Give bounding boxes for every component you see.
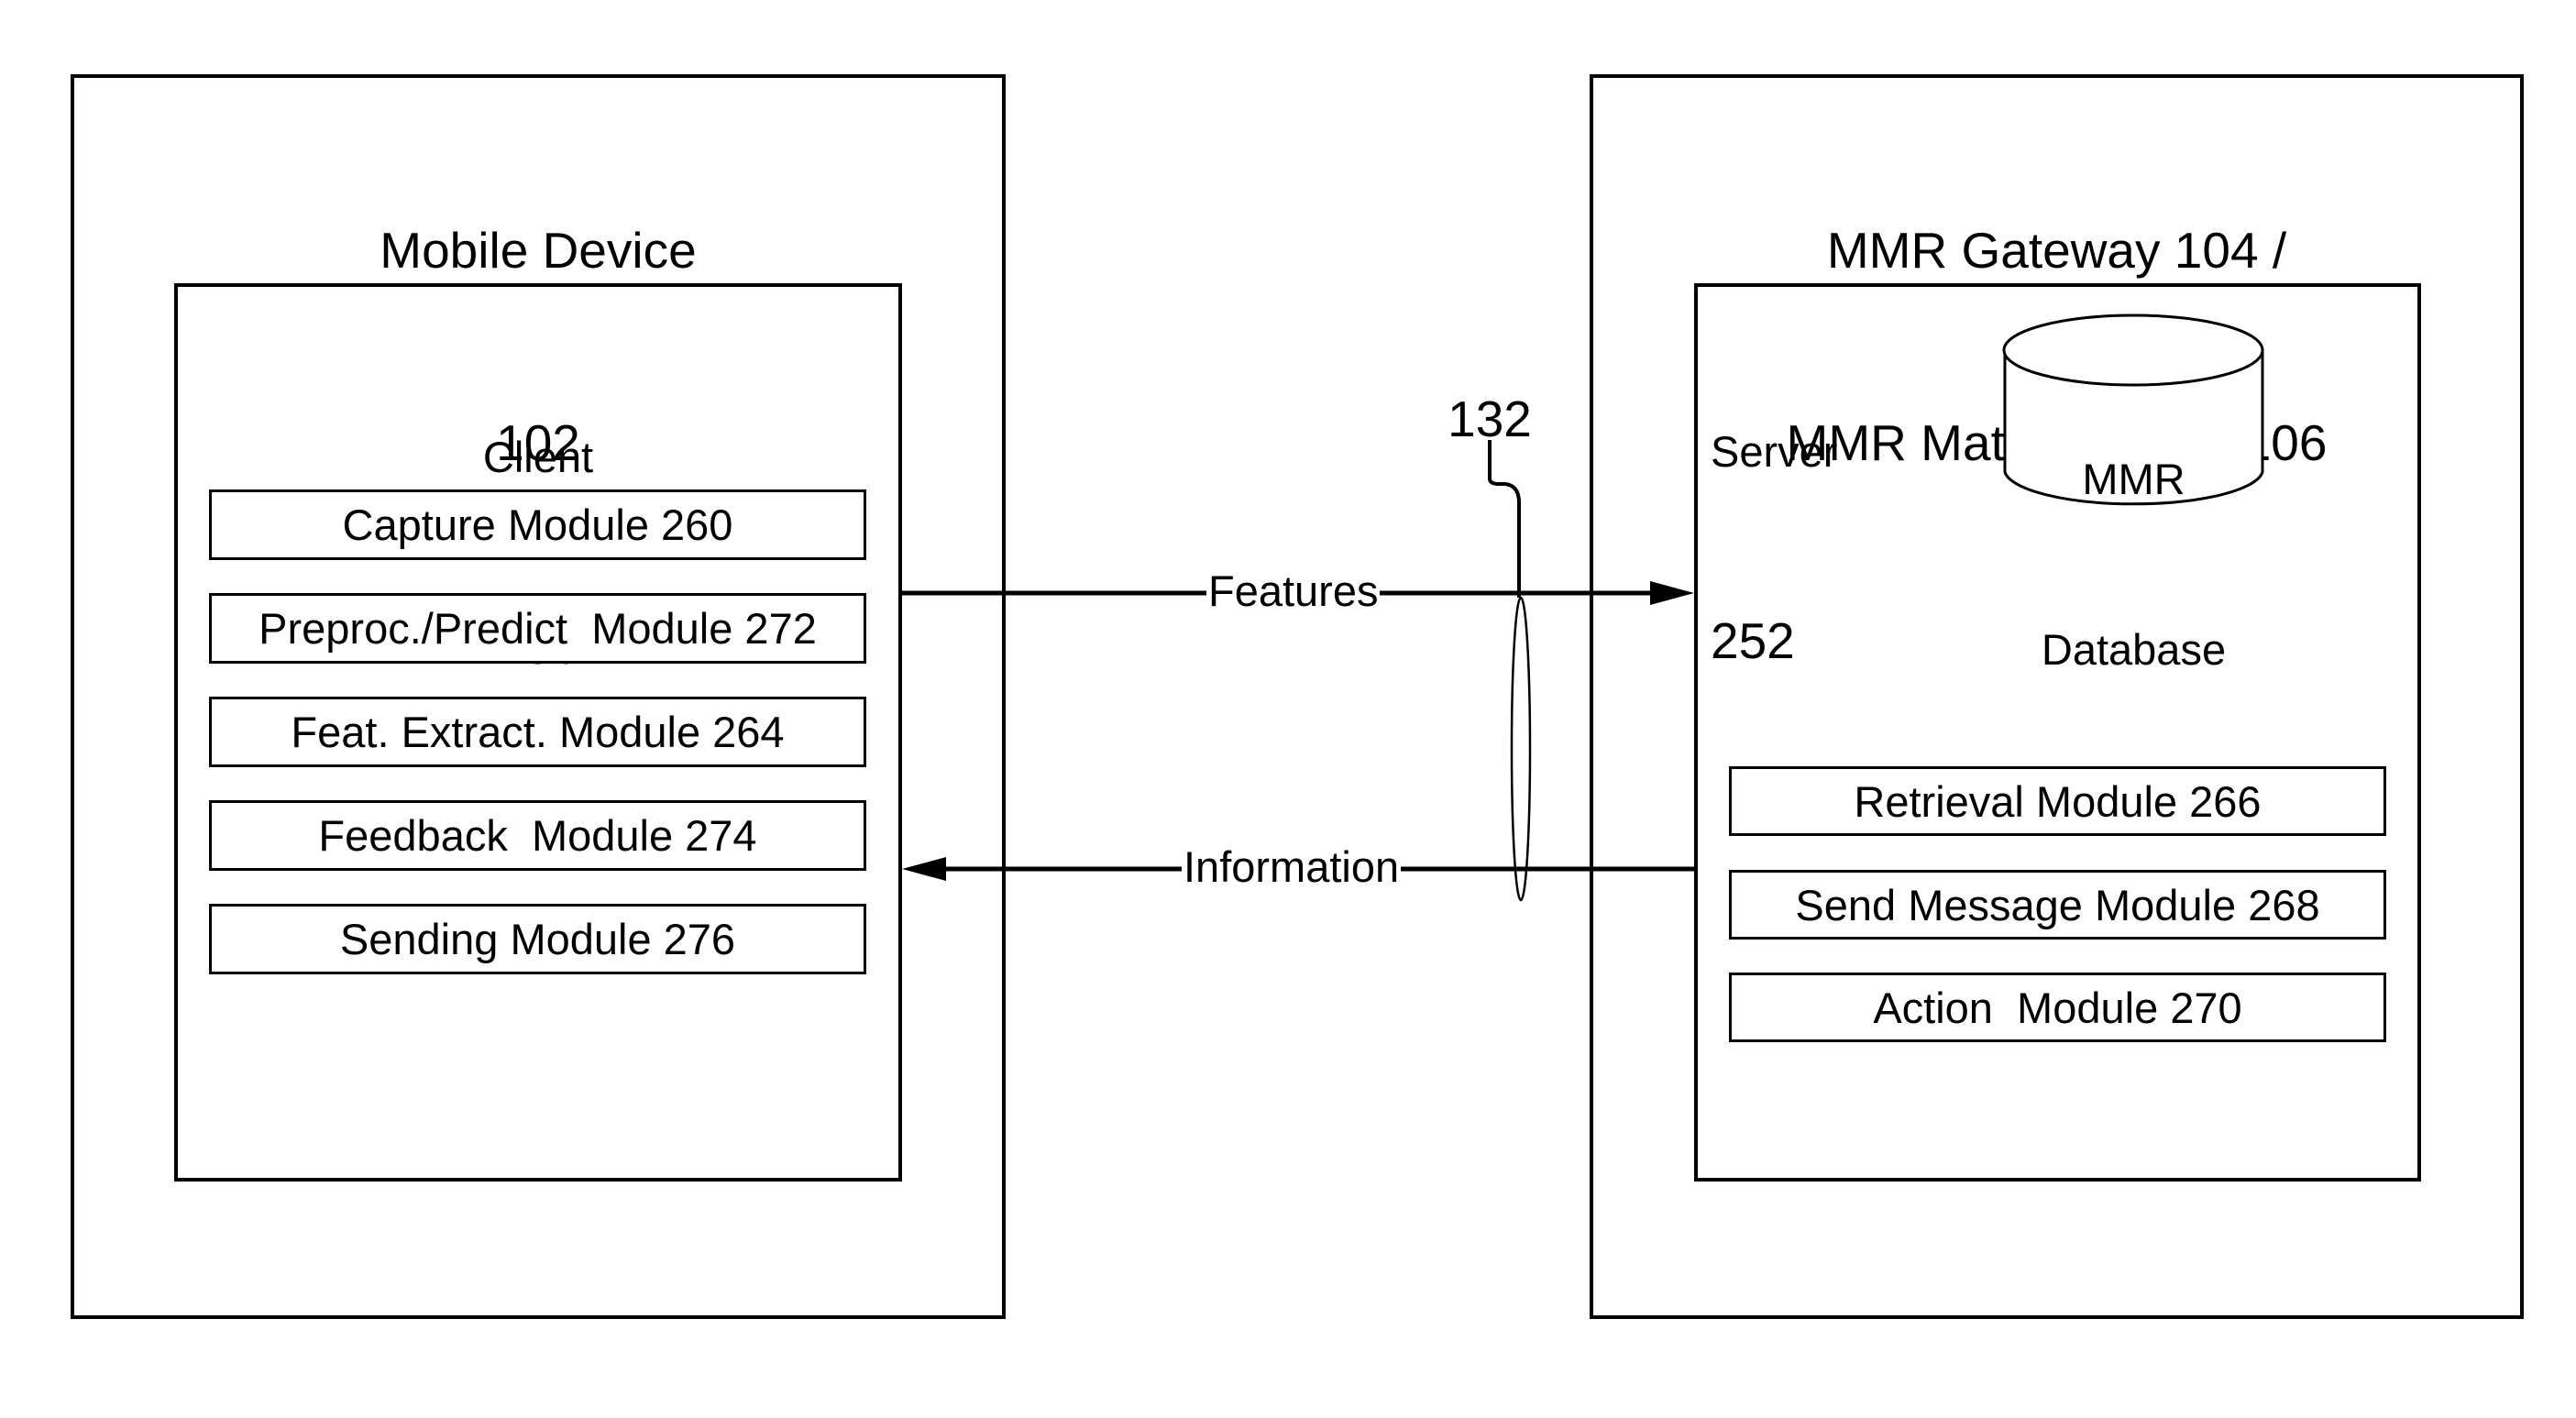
preproc-predict-module-label: Preproc./Predict Module 272 bbox=[259, 604, 817, 653]
retrieval-module-label: Retrieval Module 266 bbox=[1854, 776, 2262, 826]
capture-module-label: Capture Module 260 bbox=[342, 500, 733, 549]
server-title: Server 252 bbox=[1711, 295, 1837, 737]
capture-module[interactable]: Capture Module 260 bbox=[209, 489, 866, 560]
feedback-module[interactable]: Feedback Module 274 bbox=[209, 800, 866, 871]
features-label: Features bbox=[1206, 566, 1381, 615]
link-ellipse bbox=[1510, 596, 1532, 902]
action-module[interactable]: Action Module 270 bbox=[1729, 973, 2386, 1042]
link-reference-132: 132 bbox=[1448, 390, 1532, 447]
feat-extract-module-label: Feat. Extract. Module 264 bbox=[291, 708, 785, 756]
gateway-title-line1: MMR Gateway 104 / bbox=[1826, 222, 2287, 279]
action-module-label: Action Module 270 bbox=[1873, 983, 2242, 1032]
send-message-module-label: Send Message Module 268 bbox=[1795, 880, 2320, 929]
server-title-name: Server bbox=[1711, 427, 1838, 476]
link-leader-line bbox=[1488, 440, 1521, 598]
preproc-predict-module[interactable]: Preproc./Predict Module 272 bbox=[209, 593, 866, 664]
sending-module[interactable]: Sending Module 276 bbox=[209, 904, 866, 974]
database-label-line2: Database bbox=[2041, 625, 2227, 674]
feat-extract-module[interactable]: Feat. Extract. Module 264 bbox=[209, 697, 866, 767]
information-label: Information bbox=[1182, 842, 1402, 891]
send-message-module[interactable]: Send Message Module 268 bbox=[1729, 870, 2386, 940]
mobile-device-title-name: Mobile Device bbox=[380, 222, 697, 279]
server-title-number: 252 bbox=[1711, 612, 1795, 669]
sending-module-label: Sending Module 276 bbox=[339, 915, 736, 963]
client-title-name: Client bbox=[482, 433, 594, 481]
feedback-module-label: Feedback Module 274 bbox=[318, 811, 757, 860]
database-label-line1: MMR bbox=[2082, 455, 2185, 503]
retrieval-module[interactable]: Retrieval Module 266 bbox=[1729, 766, 2386, 836]
